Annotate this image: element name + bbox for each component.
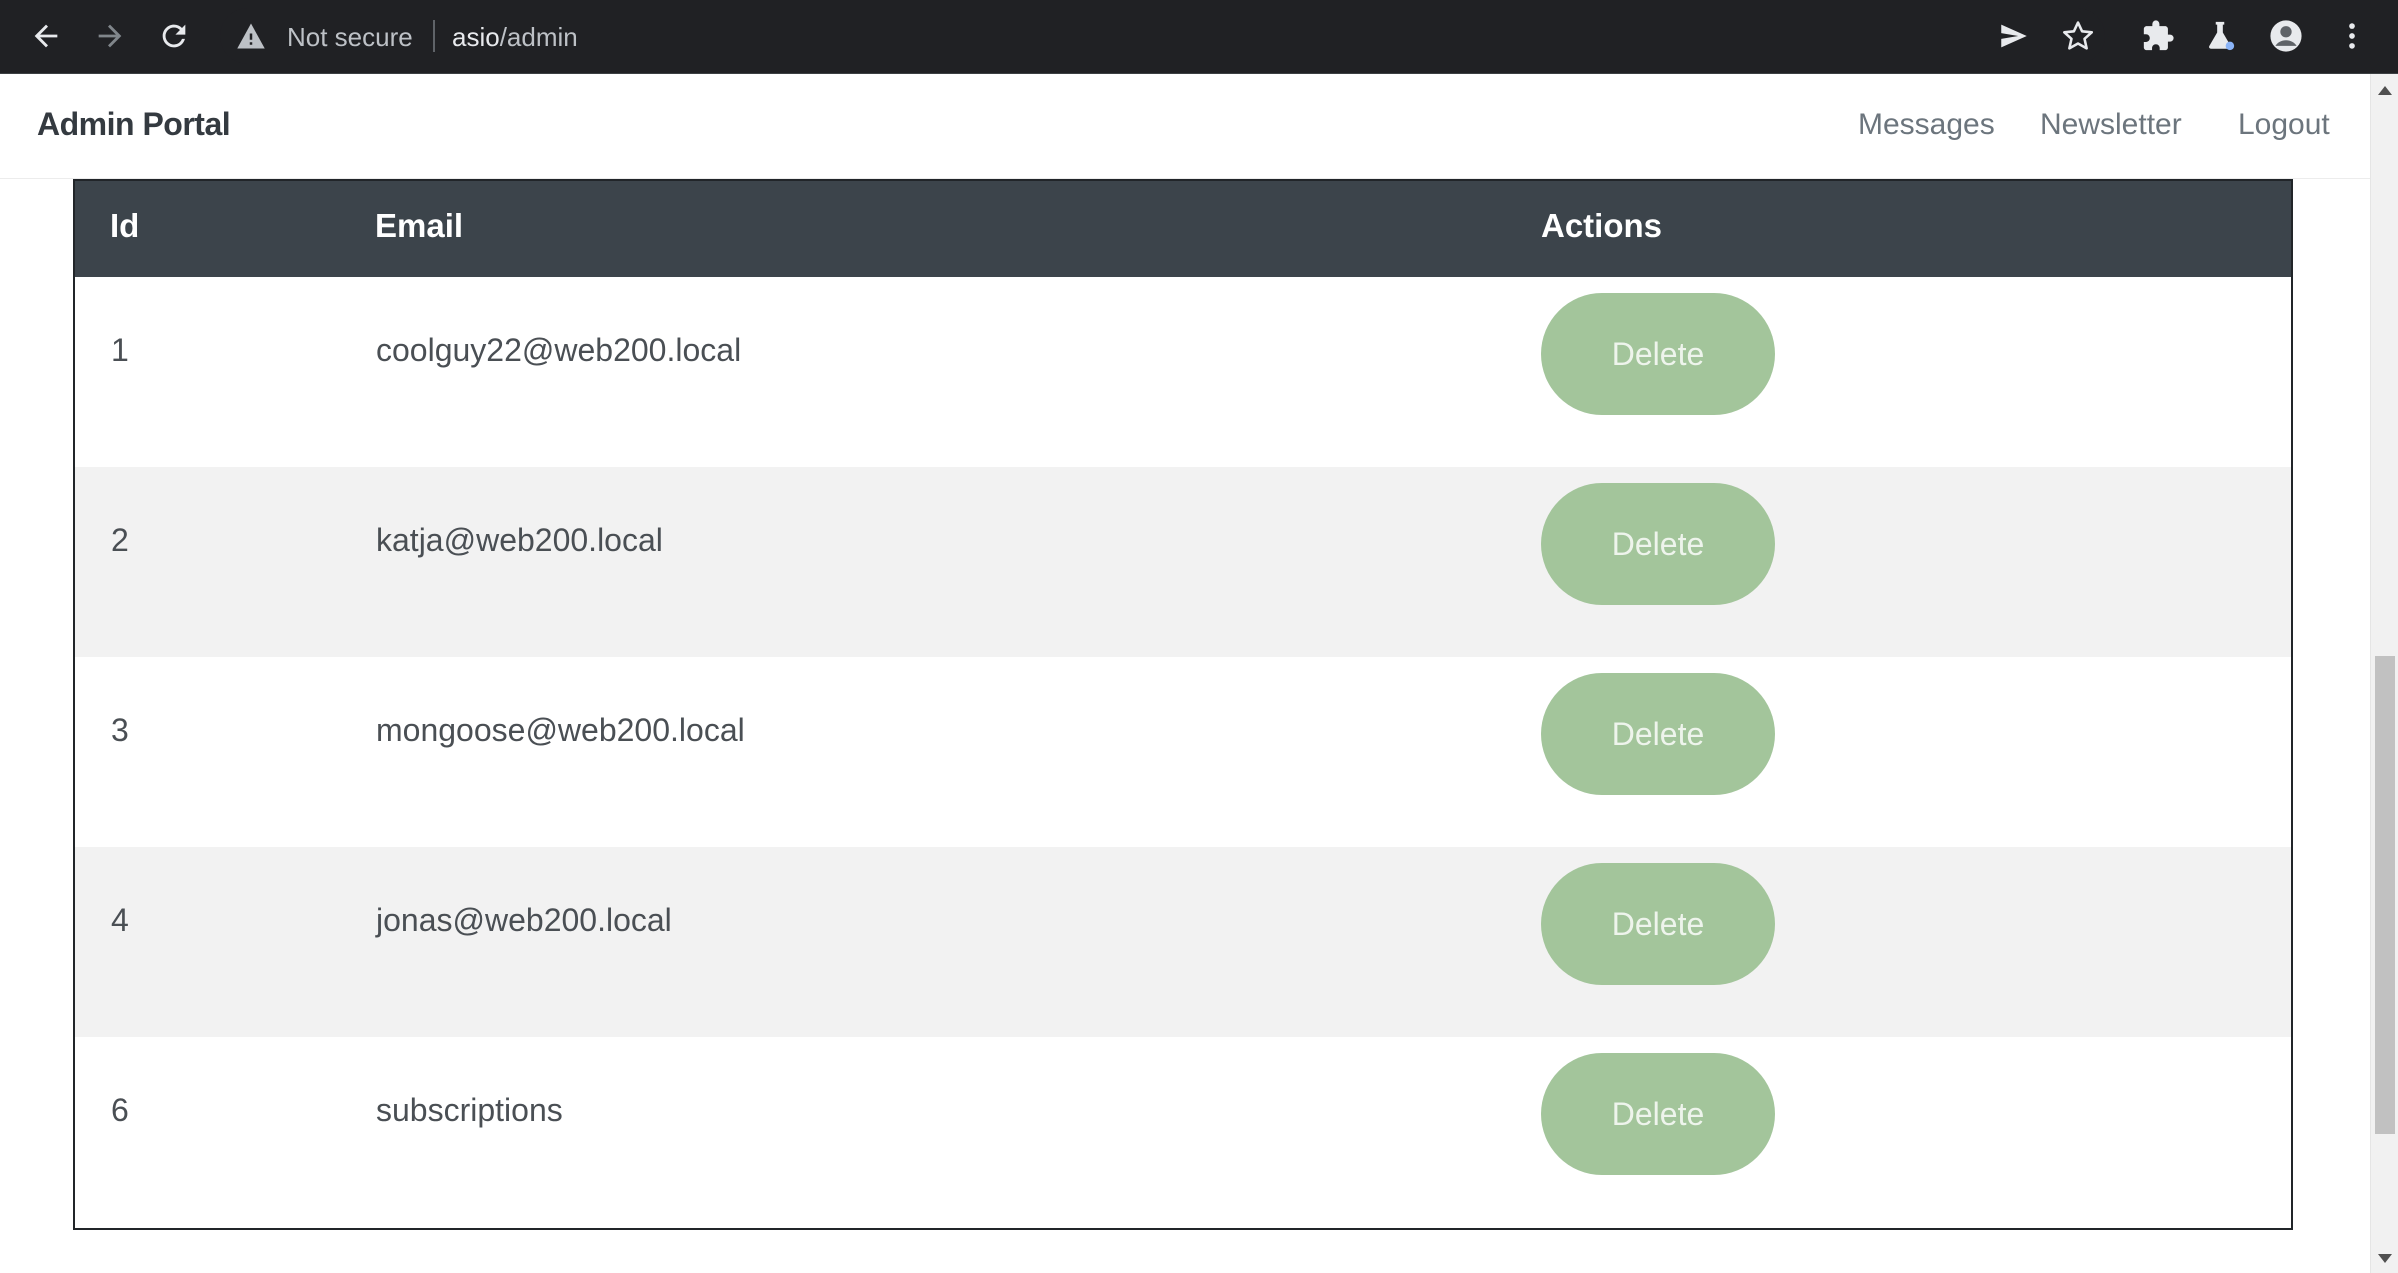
nav-link-messages[interactable]: Messages (1858, 108, 1995, 142)
table-row: 1 coolguy22@web200.local Delete (75, 277, 2291, 467)
forward-button[interactable] (84, 10, 136, 62)
menu-icon (2349, 23, 2355, 49)
delete-button[interactable]: Delete (1541, 1053, 1775, 1175)
table-row: 6 subscriptions Delete (75, 1037, 2291, 1227)
nav-link-newsletter[interactable]: Newsletter (2040, 108, 2182, 142)
row-email: subscriptions (376, 1092, 563, 1128)
row-id: 2 (111, 522, 129, 558)
reload-button[interactable] (148, 10, 200, 62)
profile-icon (2270, 20, 2302, 52)
nav-link-logout[interactable]: Logout (2238, 108, 2330, 142)
forward-icon (98, 24, 122, 48)
send-button[interactable] (1990, 12, 2038, 60)
reload-icon (162, 24, 186, 48)
page-viewport: Id Email Actions 1 coolguy22@web200.loca… (0, 74, 2370, 1273)
back-button[interactable] (20, 10, 72, 62)
row-id: 3 (111, 712, 129, 748)
labs-button[interactable] (2196, 12, 2244, 60)
labs-icon (2209, 21, 2235, 51)
table-row: 4 jonas@web200.local Delete (75, 847, 2291, 1037)
scrollbar-thumb[interactable] (2375, 656, 2395, 1134)
row-email: mongoose@web200.local (376, 712, 745, 748)
back-icon (34, 24, 58, 48)
url-path: /admin (499, 22, 578, 52)
extensions-button[interactable] (2134, 12, 2182, 60)
address-bar[interactable]: Not secure asio/admin (220, 8, 2105, 64)
column-header-email: Email (375, 207, 464, 244)
star-icon (2062, 21, 2094, 50)
omnibox-divider (433, 20, 435, 52)
scroll-down-arrow-icon[interactable] (2378, 1254, 2392, 1263)
column-header-id: Id (110, 207, 140, 244)
delete-button[interactable]: Delete (1541, 483, 1775, 605)
delete-button[interactable]: Delete (1541, 673, 1775, 795)
row-email: coolguy22@web200.local (376, 332, 742, 368)
bookmark-button[interactable] (2054, 12, 2102, 60)
browser-toolbar: Not secure asio/admin (0, 0, 2398, 74)
table-row: 3 mongoose@web200.local Delete (75, 657, 2291, 847)
vertical-scrollbar[interactable] (2370, 74, 2398, 1273)
url-host: asio (452, 22, 500, 52)
extensions-icon (2143, 20, 2174, 51)
row-id: 6 (111, 1092, 129, 1128)
scroll-up-arrow-icon[interactable] (2378, 86, 2392, 95)
menu-button[interactable] (2328, 12, 2376, 60)
profile-button[interactable] (2262, 12, 2310, 60)
security-label: Not secure (287, 22, 413, 52)
row-id: 4 (111, 902, 129, 938)
brand-link[interactable]: Admin Portal (37, 106, 231, 143)
row-email: jonas@web200.local (376, 902, 672, 938)
url-text: asio/admin (452, 22, 578, 53)
subscribers-table: Id Email Actions 1 coolguy22@web200.loca… (73, 179, 2293, 1230)
column-header-actions: Actions (1541, 207, 1663, 244)
delete-button[interactable]: Delete (1541, 293, 1775, 415)
warning-icon (237, 23, 265, 49)
table-header: Id Email Actions (75, 181, 2291, 277)
delete-button[interactable]: Delete (1541, 863, 1775, 985)
table-row: 2 katja@web200.local Delete (75, 467, 2291, 657)
site-header: Admin Portal Messages Newsletter Logout (0, 74, 2370, 179)
row-email: katja@web200.local (376, 522, 663, 558)
row-id: 1 (111, 332, 129, 368)
send-icon (2001, 24, 2027, 48)
